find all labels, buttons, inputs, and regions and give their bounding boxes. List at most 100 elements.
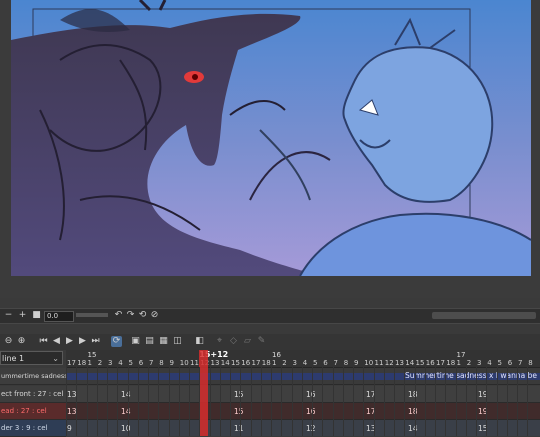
cel-number[interactable]: 18 (408, 407, 418, 416)
zoom-out-button[interactable]: − (4, 311, 13, 320)
cell-divider (465, 367, 467, 436)
rotate-left-button[interactable]: ↶ (114, 311, 123, 320)
onion-skin-icon[interactable]: ◫ (172, 336, 183, 347)
zoom-input[interactable]: 0.0 (44, 311, 74, 322)
light-table-icon[interactable]: ◧ (194, 336, 205, 347)
animation-frame-artwork (11, 0, 532, 277)
cel-number[interactable]: 13 (67, 407, 77, 416)
cel-number[interactable]: 10 (121, 424, 131, 433)
canvas-scrollbar[interactable] (432, 312, 536, 319)
timeline-track-list: line 1 ⌄ ummertime sadness x I wann ect … (0, 350, 66, 437)
cell-divider (96, 367, 98, 436)
cell-divider (250, 367, 252, 436)
frame-tick: 11 (374, 359, 384, 367)
frame-ruler[interactable]: 1718123456789101112131415161718123456789… (66, 350, 540, 368)
cel-number[interactable]: 16 (306, 390, 316, 399)
edit-icon[interactable]: ◇ (228, 336, 239, 347)
cell-divider (373, 367, 375, 436)
cell-divider (435, 367, 436, 436)
zoom-in-button[interactable]: + (18, 311, 27, 320)
cel-number[interactable]: 14 (121, 390, 131, 399)
cel-number[interactable]: 12 (306, 424, 316, 433)
frame-tick: 2 (466, 359, 472, 367)
frame-tick: 17 (436, 359, 445, 367)
frame-tick: 1 (456, 359, 461, 367)
cell-divider (363, 367, 365, 436)
track-label-border[interactable]: der 3 : 9 : cel (0, 420, 66, 437)
zoom-out-icon[interactable]: ⊖ (3, 336, 14, 347)
track-label-head[interactable]: ead : 27 : cel (0, 403, 66, 420)
frame-tick: 7 (149, 359, 154, 367)
frame-tick: 18 (446, 359, 456, 367)
cell-divider (127, 367, 129, 436)
cell-divider (189, 367, 190, 436)
cel-number[interactable]: 13 (67, 390, 77, 399)
zoom-slider[interactable] (76, 313, 108, 317)
rotate-right-button[interactable]: ↷ (126, 311, 135, 320)
pencil-icon[interactable]: ✎ (256, 336, 267, 347)
frame-tick: 3 (477, 359, 482, 367)
timeline-selector-value: line 1 (2, 354, 25, 363)
cell-divider (260, 367, 262, 436)
cel-number[interactable]: 15 (234, 407, 244, 416)
drawing-canvas[interactable] (0, 0, 540, 298)
specify-cel-icon[interactable]: ▦ (158, 336, 169, 347)
cel-number[interactable]: 15 (234, 390, 244, 399)
track-label-audio[interactable]: ummertime sadness x I wann (0, 368, 66, 385)
frame-tick: 3 (108, 359, 113, 367)
frame-tick: 17 (67, 359, 76, 367)
frame-tick: 2 (282, 359, 287, 367)
chevron-down-icon: ⌄ (52, 354, 59, 363)
cell-divider (66, 367, 67, 436)
track-label-effect-front[interactable]: ect front : 27 : cel (0, 386, 66, 403)
timeline-grid[interactable]: 1718123456789101112131415161718123456789… (66, 350, 540, 436)
frame-tick: 4 (302, 359, 308, 367)
play-icon[interactable]: ▶ (64, 336, 75, 347)
frame-tick: 5 (128, 359, 133, 367)
cell-divider (137, 367, 139, 436)
loop-icon[interactable]: ⟳ (111, 336, 122, 347)
playhead[interactable] (199, 350, 209, 436)
cell-divider (76, 367, 78, 436)
flip-button[interactable]: ⊘ (150, 311, 159, 320)
frame-tick: 5 (313, 359, 318, 367)
zoom-in-icon[interactable]: ⊕ (16, 336, 27, 347)
cel-number[interactable]: 11 (234, 424, 244, 433)
frame-tick: 3 (292, 359, 297, 367)
first-frame-icon[interactable]: ⏮ (38, 336, 49, 347)
cell-divider (107, 367, 108, 436)
frame-tick: 6 (507, 359, 513, 367)
cell-divider (383, 367, 385, 436)
cell-divider (414, 367, 416, 436)
frame-tick: 13 (395, 359, 404, 367)
cell-divider (394, 367, 395, 436)
cell-divider (332, 367, 334, 436)
cel-number[interactable]: 14 (121, 407, 131, 416)
frame-tick: 11 (190, 359, 199, 367)
frame-tick: 1 (272, 359, 277, 367)
last-frame-icon[interactable]: ⏭ (90, 336, 101, 347)
frame-tick: 14 (405, 359, 415, 367)
actual-size-button[interactable]: ■ (32, 311, 41, 320)
frame-tick: 6 (138, 359, 144, 367)
frame-tick: 14 (220, 359, 230, 367)
timeline-toolbar: ⊖ ⊕ ⏮ ◀ ▶ ▶ ⏭ ⟳ ▣ ▤ ▦ ◫ ◧ ⌖ ◇ ▱ ✎ (0, 334, 540, 351)
prev-frame-icon[interactable]: ◀ (51, 336, 62, 347)
cel-number[interactable]: 9 (67, 424, 72, 433)
cell-divider (219, 367, 221, 436)
new-cel-icon[interactable]: ▣ (130, 336, 141, 347)
new-animation-folder-icon[interactable]: ▤ (144, 336, 155, 347)
frame-tick: 9 (354, 359, 359, 367)
next-frame-icon[interactable]: ▶ (77, 336, 88, 347)
transform-icon[interactable]: ▱ (242, 336, 253, 347)
timeline-selector[interactable]: line 1 ⌄ (0, 351, 63, 365)
cel-number[interactable]: 16 (306, 407, 316, 416)
frame-tick: 9 (169, 359, 174, 367)
cel-number[interactable]: 14 (408, 424, 418, 433)
frame-tick: 7 (333, 359, 338, 367)
second-marker: 17 (456, 351, 466, 359)
reset-rotation-button[interactable]: ⟲ (138, 311, 147, 320)
layer-link-icon[interactable]: ⌖ (214, 336, 225, 347)
cel-number[interactable]: 18 (408, 390, 418, 399)
frame-tick: 16 (241, 359, 251, 367)
